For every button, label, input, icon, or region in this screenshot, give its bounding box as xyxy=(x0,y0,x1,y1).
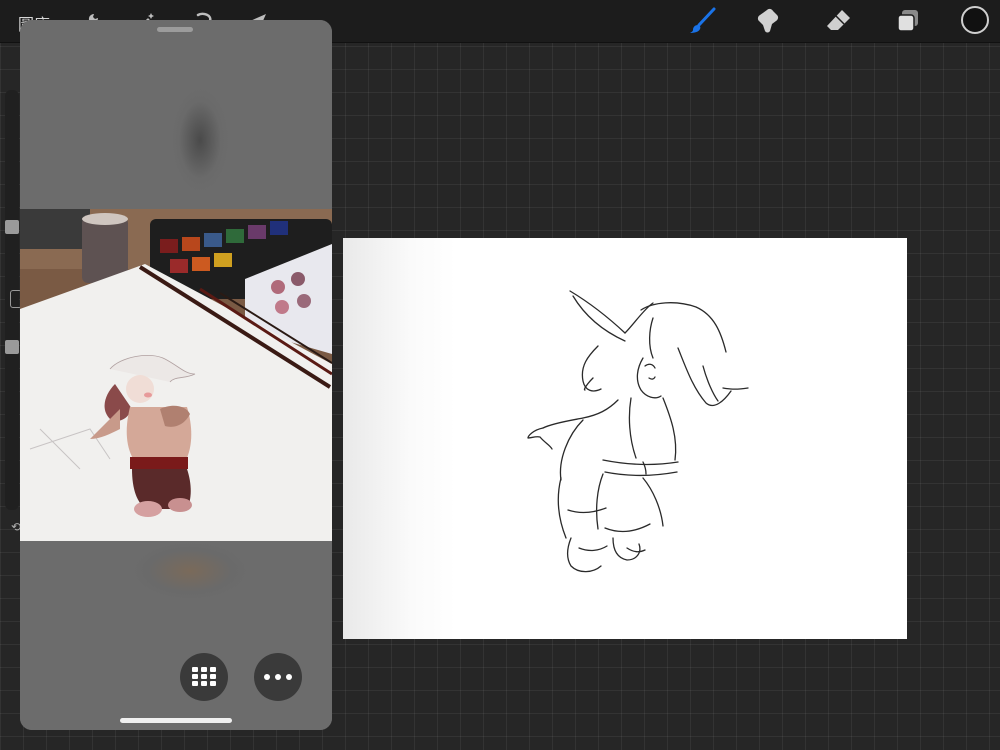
drawing-canvas[interactable] xyxy=(343,238,907,639)
smudge-icon[interactable] xyxy=(755,6,785,36)
panel-drag-handle[interactable] xyxy=(157,27,193,32)
grid-icon[interactable] xyxy=(180,653,228,701)
reference-blur-bottom xyxy=(20,541,332,730)
eraser-icon[interactable] xyxy=(824,6,854,36)
reference-panel[interactable] xyxy=(20,20,332,730)
more-options-icon[interactable] xyxy=(254,653,302,701)
home-indicator xyxy=(120,718,232,723)
reference-blur-top xyxy=(20,20,332,209)
brush-icon[interactable] xyxy=(688,6,718,36)
opacity-knob[interactable] xyxy=(5,340,19,354)
reference-photo xyxy=(20,209,332,541)
layers-icon[interactable] xyxy=(893,6,923,36)
line-art-sketch xyxy=(527,290,749,573)
brush-size-knob[interactable] xyxy=(5,220,19,234)
color-swatch-button[interactable] xyxy=(961,6,989,34)
